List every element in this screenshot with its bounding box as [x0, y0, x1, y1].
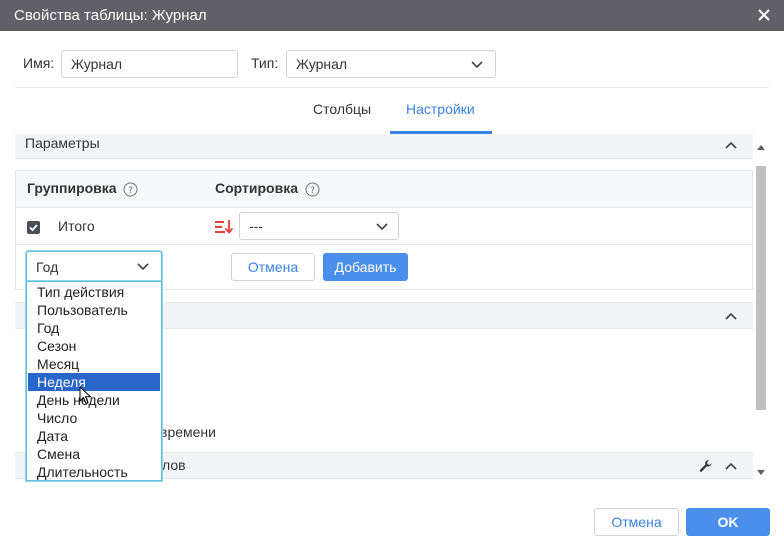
total-checkbox[interactable]: [27, 221, 40, 234]
dropdown-option[interactable]: Смена: [28, 445, 160, 463]
chevron-up-icon[interactable]: [725, 462, 737, 470]
partial-time-label: времени: [160, 424, 216, 440]
name-input[interactable]: Журнал: [61, 50, 238, 78]
chevron-up-icon[interactable]: [725, 312, 737, 320]
group-field-select[interactable]: Год: [26, 251, 162, 282]
svg-text:?: ?: [128, 186, 133, 196]
scrollbar-thumb[interactable]: [756, 166, 766, 410]
dropdown-option[interactable]: Число: [28, 409, 160, 427]
dialog-cancel-button[interactable]: Отмена: [594, 508, 679, 536]
dropdown-option[interactable]: День недели: [28, 391, 160, 409]
type-select[interactable]: Журнал: [286, 50, 496, 78]
dropdown-option[interactable]: Месяц: [28, 355, 160, 373]
chevron-down-icon: [471, 61, 483, 69]
group-field-options[interactable]: Тип действия Пользователь Год Сезон Месяц Нед…: [26, 281, 162, 481]
close-icon[interactable]: [754, 5, 774, 25]
sort-select-value: ---: [249, 218, 263, 234]
group-cancel-button[interactable]: Отмена: [231, 253, 315, 281]
sorting-header: Сортировка: [215, 180, 298, 196]
total-label: Итого: [58, 218, 95, 234]
dropdown-option[interactable]: Тип действия: [28, 283, 160, 301]
vertical-scrollbar[interactable]: [754, 138, 768, 482]
dropdown-option[interactable]: Дата: [28, 427, 160, 445]
add-group-button[interactable]: Добавить: [323, 253, 408, 281]
name-label: Имя:: [23, 55, 55, 71]
dropdown-option[interactable]: Сезон: [28, 337, 160, 355]
dropdown-option[interactable]: Пользователь: [28, 301, 160, 319]
type-label: Тип:: [251, 55, 279, 71]
sort-descending-icon[interactable]: [215, 219, 234, 236]
help-icon[interactable]: ?: [305, 182, 320, 197]
wrench-icon[interactable]: [699, 459, 713, 473]
sort-select[interactable]: ---: [239, 212, 399, 240]
grouping-header: Группировка: [27, 180, 117, 196]
section-parameters-header[interactable]: Параметры: [15, 134, 753, 159]
scroll-down-arrow-icon[interactable]: [757, 470, 765, 476]
scroll-up-arrow-icon[interactable]: [757, 144, 765, 150]
dropdown-option[interactable]: Год: [28, 319, 160, 337]
dialog-title: Свойства таблицы: Журнал: [14, 7, 207, 24]
section-3-title-fragment: лов: [162, 457, 186, 473]
svg-text:?: ?: [310, 186, 315, 196]
chevron-down-icon: [376, 223, 388, 231]
chevron-down-icon: [137, 263, 149, 271]
divider: [15, 87, 769, 88]
chevron-up-icon[interactable]: [725, 141, 737, 149]
mouse-cursor-icon: [79, 386, 92, 405]
dialog-titlebar: Свойства таблицы: Журнал: [0, 0, 784, 31]
section-parameters-title: Параметры: [25, 135, 100, 151]
dropdown-option[interactable]: Длительность: [28, 463, 160, 481]
grouping-row-total: Итого ---: [16, 208, 752, 245]
group-field-select-value: Год: [36, 259, 59, 275]
grouping-table-header: Группировка ? Сортировка ?: [16, 171, 752, 208]
help-icon[interactable]: ?: [123, 182, 138, 197]
check-icon: [29, 224, 38, 232]
tab-columns[interactable]: Столбцы: [313, 101, 371, 117]
dropdown-option[interactable]: Неделя: [28, 373, 160, 391]
dialog-ok-button[interactable]: OK: [686, 508, 770, 536]
type-select-value: Журнал: [296, 56, 348, 72]
tab-settings[interactable]: Настройки: [406, 101, 475, 117]
